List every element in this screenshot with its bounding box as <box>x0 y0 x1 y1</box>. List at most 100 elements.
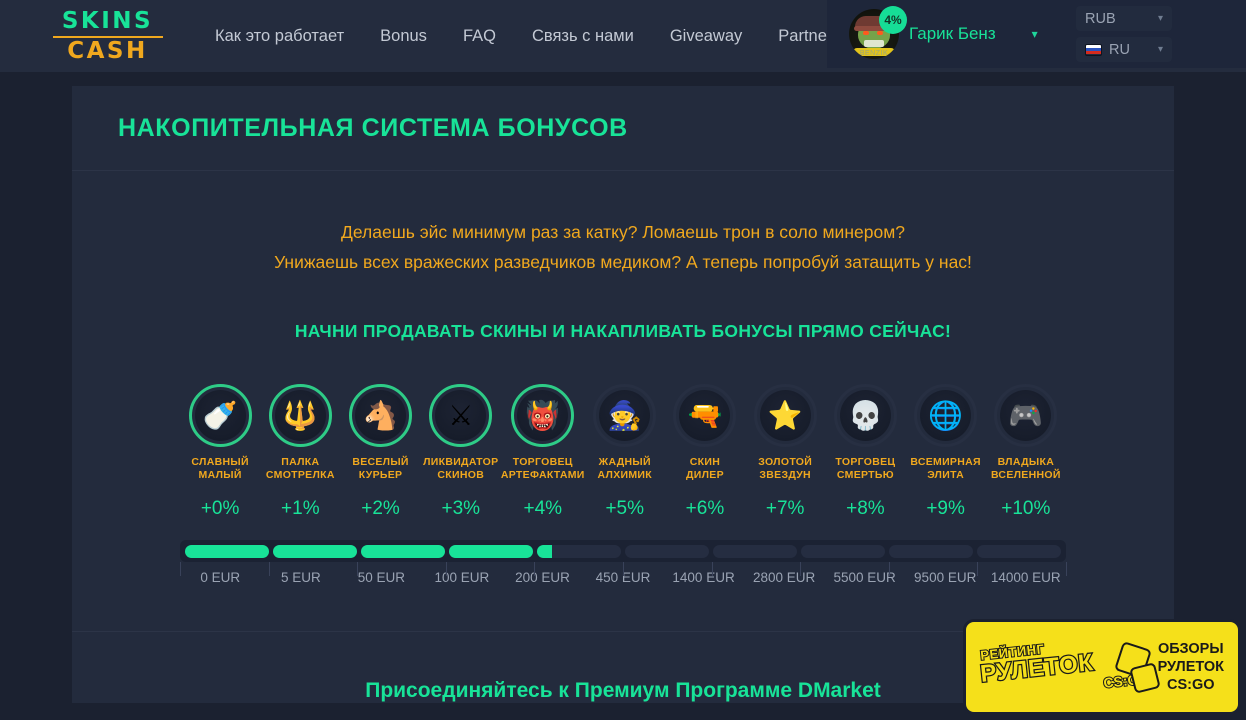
rank-badge-ring: 🎮 <box>994 384 1058 447</box>
progress-tick <box>180 562 181 576</box>
rank-badge-percent: +1% <box>281 498 320 519</box>
nav-item-contact[interactable]: Связь с нами <box>532 27 634 46</box>
language-select-value: RU <box>1109 41 1130 58</box>
progress-tick <box>357 562 359 576</box>
rank-badge-name: ТОРГОВЕЦ АРТЕФАКТАМИ <box>500 456 585 481</box>
promo-banner[interactable]: РЕЙТИНГ РУЛЕТОК CS:GO ОБЗОРЫ РУЛЕТОК CS:… <box>966 622 1238 712</box>
nav-item-faq[interactable]: FAQ <box>463 27 496 46</box>
rank-badge-ring: 🍼 <box>188 384 252 447</box>
cta-text: НАЧНИ ПРОДАВАТЬ СКИНЫ И НАКАПЛИВАТЬ БОНУ… <box>294 321 952 341</box>
rank-badge-ring: 🔫 <box>673 384 737 447</box>
rank-badge[interactable]: 🍼 СЛАВНЫЙ МАЛЫЙ +0% <box>180 384 260 520</box>
progress-segment <box>185 544 269 558</box>
progress-tick <box>977 562 979 576</box>
progress-segment <box>801 544 885 558</box>
rank-badge-ring: 🔱 <box>268 384 332 447</box>
winged-globe-icon: 🌐 <box>928 399 964 431</box>
avatar-eye-right <box>877 31 883 35</box>
progress-bar-wrapper <box>180 540 1067 576</box>
logo-area[interactable]: SKINS CASH <box>0 0 215 72</box>
rank-badge-percent: +8% <box>846 498 885 519</box>
progress-segment <box>537 544 621 558</box>
promo-line-1: Делаешь эйс минимум раз за катку? Ломаеш… <box>341 222 905 242</box>
banner-right-line-3: CS:GO <box>1167 677 1215 693</box>
progress-tick <box>1066 562 1067 576</box>
dice-icon <box>1128 662 1161 694</box>
progress-segment <box>977 544 1061 558</box>
logo-text-bottom: CASH <box>67 37 148 64</box>
rank-badge[interactable]: 💀 ТОРГОВЕЦ СМЕРТЬЮ +8% <box>825 384 905 520</box>
rank-badge-percent: +9% <box>926 498 965 519</box>
chevron-down-icon[interactable]: ▾ <box>1032 27 1038 41</box>
rank-badge-percent: +10% <box>1001 498 1051 519</box>
rank-badge-name: ТОРГОВЕЦ СМЕРТЬЮ <box>835 456 896 481</box>
progress-tick <box>711 562 713 576</box>
rank-badge[interactable]: ⭐ ЗОЛОТОЙ ЗВЕЗДУН +7% <box>745 384 825 520</box>
rank-badge[interactable]: 🐴 ВЕСЕЛЫЙ КУРЬЕР +2% <box>340 384 420 520</box>
rank-badge-name: СКИН ДИЛЕР <box>686 456 724 481</box>
rank-badge-disc: 🍼 <box>194 390 246 441</box>
rank-badge-ring: 💀 <box>833 384 897 447</box>
progress-tick <box>445 562 447 576</box>
rank-badge-percent: +7% <box>765 498 805 519</box>
ru-flag-icon <box>1085 43 1102 56</box>
rifles-badge-icon: ⚔ <box>448 399 474 431</box>
pistol-badge-icon: 🔫 <box>687 399 723 431</box>
rank-badge-name: ВСЕМИРНАЯ ЭЛИТА <box>910 456 981 481</box>
rank-badge[interactable]: 👹 ТОРГОВЕЦ АРТЕФАКТАМИ +4% <box>501 384 585 520</box>
progress-segment <box>713 544 797 558</box>
rank-badge-disc: 🔱 <box>274 390 326 441</box>
rank-badge-name: ВЛАДЫКА ВСЕЛЕННОЙ <box>990 456 1061 481</box>
rank-badge[interactable]: 🎮 ВЛАДЫКА ВСЕЛЕННОЙ +10% <box>986 384 1066 520</box>
progress-tick <box>268 562 270 576</box>
currency-select[interactable]: RUB ▾ <box>1076 6 1172 31</box>
rank-badge[interactable]: 🧙 ЖАДНЫЙ АЛХИМИК +5% <box>585 384 665 520</box>
avatar[interactable]: BENZIK 4% <box>849 6 907 59</box>
alchemist-icon: 🧙 <box>607 399 643 431</box>
rank-badge-ring: ⚔ <box>429 384 493 447</box>
rank-badge-ring: ⭐ <box>753 384 817 447</box>
rank-badge-ring: 🐴 <box>349 384 413 447</box>
nav-item-giveaway[interactable]: Giveaway <box>670 27 742 46</box>
ogre-trader-icon: 👹 <box>525 399 561 431</box>
rank-badge-name: ЛИКВИДАТОР СКИНОВ <box>423 456 499 481</box>
rank-badge-percent: +2% <box>361 498 400 519</box>
rank-badge-percent: +0% <box>200 498 240 519</box>
banner-right-line-1: ОБЗОРЫ <box>1158 641 1224 657</box>
rank-badge[interactable]: 🌐 ВСЕМИРНАЯ ЭЛИТА +9% <box>906 384 986 520</box>
rank-badge-ring: 🧙 <box>593 384 657 447</box>
progress-tick <box>623 562 624 576</box>
nav-item-how-it-works[interactable]: Как это работает <box>215 27 344 46</box>
page-title: НАКОПИТЕЛЬНАЯ СИСТЕМА БОНУСОВ <box>118 113 628 142</box>
rank-badge-disc: 👹 <box>517 390 569 441</box>
rank-badge[interactable]: ⚔ ЛИКВИДАТОР СКИНОВ +3% <box>421 384 501 520</box>
rank-badge[interactable]: 🔫 СКИН ДИЛЕР +6% <box>665 384 745 520</box>
chevron-down-icon: ▾ <box>1157 44 1163 55</box>
chevron-down-icon: ▾ <box>1157 13 1163 24</box>
progress-segment <box>361 544 445 558</box>
rank-badge-disc: 🌐 <box>920 390 972 441</box>
progress-track[interactable] <box>180 540 1066 562</box>
rank-badge[interactable]: 🔱 ПАЛКА СМОТРЕЛКА +1% <box>260 384 340 520</box>
staff-icon: 🔱 <box>282 399 318 431</box>
panel-header: НАКОПИТЕЛЬНАЯ СИСТЕМА БОНУСОВ <box>72 86 1174 171</box>
rank-badge-disc: 🎮 <box>1000 390 1052 441</box>
footer-title: Присоединяйтесь к Премиум Программе DMar… <box>365 679 881 702</box>
site-logo[interactable]: SKINS CASH <box>52 9 163 64</box>
language-select[interactable]: RU ▾ <box>1076 37 1172 62</box>
rank-badge-name: ЗОЛОТОЙ ЗВЕЗДУН <box>758 456 813 481</box>
progress-tick <box>800 562 802 576</box>
rank-badge-name: ЖАДНЫЙ АЛХИМИК <box>597 456 652 481</box>
page-root: SKINS CASH Как это работает Bonus FAQ Св… <box>0 0 1246 720</box>
rank-badge-disc: 💀 <box>839 390 891 441</box>
currency-select-value: RUB <box>1085 10 1116 27</box>
header-selectors: RUB ▾ RU ▾ <box>1076 6 1172 62</box>
avatar-teeth <box>864 40 884 47</box>
nav-item-bonus[interactable]: Bonus <box>380 27 427 46</box>
skull-badge-icon: 💀 <box>847 399 883 431</box>
banner-left: РЕЙТИНГ РУЛЕТОК CS:GO <box>978 639 1161 695</box>
rank-badge-ring: 👹 <box>511 384 575 447</box>
user-menu[interactable]: BENZIK 4% Гарик Бенз ▾ <box>849 6 1038 59</box>
progress-segment <box>889 544 973 558</box>
user-name: Гарик Бенз <box>909 24 996 43</box>
